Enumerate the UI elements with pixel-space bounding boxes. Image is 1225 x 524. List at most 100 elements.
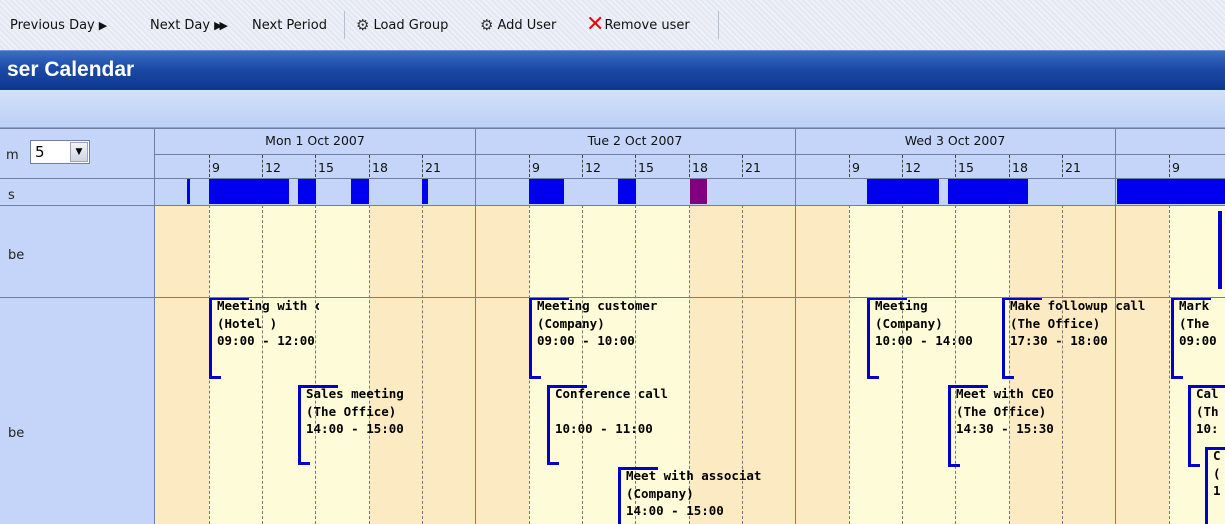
event-sliver[interactable] bbox=[1218, 211, 1222, 289]
busy-block-highlight[interactable] bbox=[690, 178, 707, 204]
event-title: Meeting customer bbox=[537, 298, 658, 313]
title-bar: ser Calendar bbox=[0, 50, 1225, 90]
add-user-button[interactable]: ⚙ Add User bbox=[476, 15, 556, 35]
remove-user-button[interactable]: ✕ Remove user bbox=[584, 12, 690, 37]
event-conference-call[interactable]: Conference call 10:00 - 11:00 bbox=[547, 385, 697, 465]
event-time: 14:30 - 15:30 bbox=[956, 421, 1054, 436]
hour-label: 18 bbox=[692, 160, 708, 175]
hour-gridline bbox=[422, 205, 423, 524]
hour-tick bbox=[369, 155, 370, 177]
event-title: Meeting with custo bbox=[217, 298, 319, 313]
hour-label: 15 bbox=[318, 160, 334, 175]
day-divider bbox=[795, 128, 796, 524]
zoom-select[interactable]: 5 ▼ bbox=[30, 140, 90, 164]
event-time: 14:00 - 15:00 bbox=[306, 421, 404, 436]
busy-block[interactable] bbox=[209, 178, 289, 204]
previous-day-label: Previous Day bbox=[10, 17, 95, 33]
event-title: Cal bbox=[1196, 386, 1219, 401]
play-arrow-icon: ▶ bbox=[98, 18, 108, 32]
event-location: (The Office) bbox=[306, 403, 397, 419]
row-divider bbox=[0, 205, 1225, 206]
busy-block[interactable] bbox=[351, 178, 369, 204]
hour-tick bbox=[955, 155, 956, 177]
event-time: 09:00 bbox=[1179, 333, 1217, 348]
next-period-button[interactable]: Next Period bbox=[252, 15, 327, 35]
load-group-button[interactable]: ⚙ Load Group bbox=[352, 15, 448, 35]
event-meeting[interactable]: Meeting (Company) 10:00 - 14:00 bbox=[867, 297, 977, 379]
event-make-followup-call[interactable]: Make followup call (The Office) 17:30 - … bbox=[1002, 297, 1172, 379]
hour-tick bbox=[262, 155, 263, 177]
hour-tick bbox=[209, 155, 210, 177]
hour-label: 9 bbox=[532, 160, 540, 175]
event-location: (The bbox=[1179, 315, 1210, 331]
hour-label: 21 bbox=[1065, 160, 1081, 175]
day-label-mon: Mon 1 Oct 2007 bbox=[265, 133, 365, 148]
row-header-column: m 5 ▼ s be be bbox=[0, 128, 155, 524]
hour-tick bbox=[1009, 155, 1010, 177]
gear-icon: ⚙ bbox=[480, 16, 494, 34]
hour-label: 12 bbox=[265, 160, 281, 175]
timeline-header: Mon 1 Oct 2007 Tue 2 Oct 2007 Wed 3 Oct … bbox=[155, 128, 1225, 178]
event-title: Meet with associat bbox=[626, 468, 762, 483]
event-marketing-clipped[interactable]: Mark (The 09:00 bbox=[1171, 297, 1225, 379]
calendar-lanes: Meeting with custo (Hotel ) 09:00 - 12:0… bbox=[155, 205, 1225, 524]
event-time: 09:00 - 12:00 bbox=[217, 333, 315, 348]
hour-label: 15 bbox=[638, 160, 654, 175]
event-meet-with-associate[interactable]: Meet with associat (Company) 14:00 - 15:… bbox=[618, 467, 783, 524]
event-location: (The Office) bbox=[956, 403, 1047, 419]
fast-forward-icon: ▶▶ bbox=[214, 18, 228, 32]
toolbar-separator bbox=[718, 11, 719, 39]
event-sales-meeting[interactable]: Sales meeting (The Office) 14:00 - 15:00 bbox=[298, 385, 428, 465]
row-divider bbox=[0, 128, 1225, 129]
user2-row-label: be bbox=[8, 426, 25, 441]
busy-block[interactable] bbox=[867, 178, 939, 204]
busy-block[interactable] bbox=[948, 178, 1028, 204]
busy-block[interactable] bbox=[1117, 178, 1225, 204]
next-day-label: Next Day bbox=[150, 17, 211, 33]
next-period-label: Next Period bbox=[252, 17, 327, 33]
event-time: 14:00 - 15:00 bbox=[626, 503, 724, 518]
hour-label: 18 bbox=[1012, 160, 1028, 175]
load-group-label: Load Group bbox=[373, 17, 449, 33]
event-time: 09:00 - 10:00 bbox=[537, 333, 635, 348]
remove-user-label: Remove user bbox=[604, 17, 690, 33]
previous-day-button[interactable]: Previous Day ▶ bbox=[10, 15, 111, 35]
event-time: 10:00 - 11:00 bbox=[555, 420, 653, 436]
busy-block[interactable] bbox=[422, 178, 428, 204]
row-divider bbox=[0, 178, 1225, 179]
hour-tick bbox=[902, 155, 903, 177]
toolbar-separator bbox=[344, 11, 345, 39]
event-meeting-with-customer[interactable]: Meeting with custo (Hotel ) 09:00 - 12:0… bbox=[209, 297, 319, 379]
busy-block[interactable] bbox=[187, 178, 190, 204]
sub-bar bbox=[0, 90, 1225, 128]
offhours-band bbox=[155, 205, 209, 524]
offhours-band bbox=[369, 205, 529, 524]
busy-block[interactable] bbox=[529, 178, 564, 204]
hour-tick bbox=[689, 155, 690, 177]
event-meeting-customer[interactable]: Meeting customer (Company) 09:00 - 10:00 bbox=[529, 297, 679, 379]
event-location: (Th bbox=[1196, 403, 1219, 419]
user1-row-label: be bbox=[8, 248, 25, 263]
event-location: (Company) bbox=[626, 485, 694, 501]
hour-tick bbox=[742, 155, 743, 177]
event-time: 10:00 - 14:00 bbox=[875, 333, 973, 348]
day-divider bbox=[1115, 128, 1116, 524]
busy-block[interactable] bbox=[298, 178, 316, 204]
hour-label: 21 bbox=[745, 160, 761, 175]
hour-label: 18 bbox=[372, 160, 388, 175]
event-location bbox=[555, 403, 697, 420]
hour-label: 9 bbox=[852, 160, 860, 175]
remove-x-icon: ✕ bbox=[586, 12, 605, 37]
next-day-button[interactable]: Next Day ▶▶ bbox=[150, 15, 229, 35]
event-title: Meeting bbox=[875, 298, 928, 313]
hour-label: 9 bbox=[1172, 160, 1180, 175]
day-label-wed: Wed 3 Oct 2007 bbox=[904, 133, 1006, 148]
busy-block[interactable] bbox=[618, 178, 636, 204]
hour-tick bbox=[849, 155, 850, 177]
row-divider bbox=[0, 297, 1225, 298]
hour-tick bbox=[1169, 155, 1170, 177]
event-clipped[interactable]: C ( 1 bbox=[1205, 447, 1225, 524]
event-meet-with-ceo[interactable]: Meet with CEO (The Office) 14:30 - 15:30 bbox=[948, 385, 1098, 467]
hour-tick bbox=[422, 155, 423, 177]
hour-tick bbox=[315, 155, 316, 177]
